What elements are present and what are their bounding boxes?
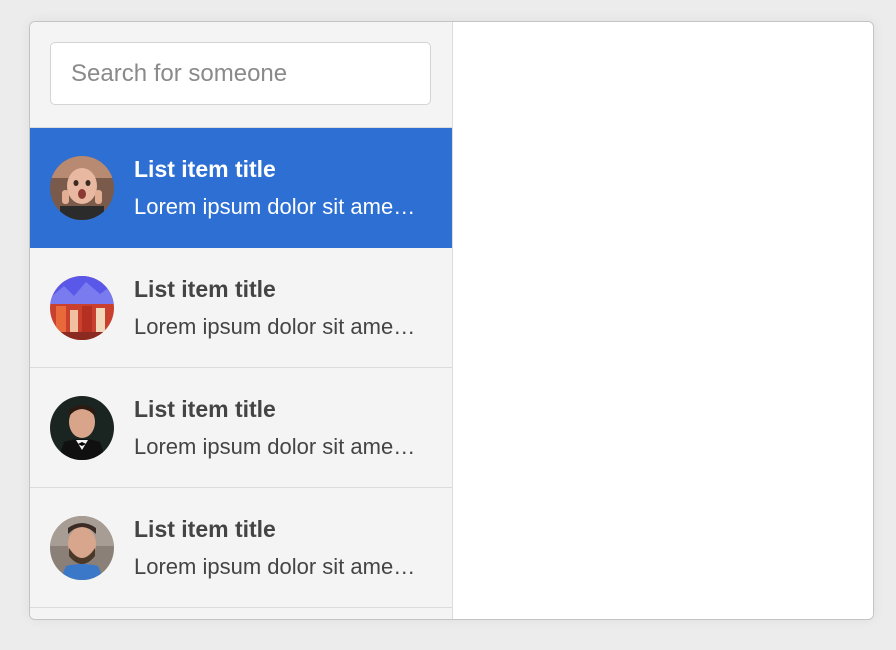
list-item[interactable]: List item title Lorem ipsum dolor sit am… <box>30 248 452 368</box>
list-item-subtitle: Lorem ipsum dolor sit amet, consectetur <box>134 433 416 459</box>
list-item-subtitle: Lorem ipsum dolor sit amet, consectetur <box>134 193 416 219</box>
list-item-title: List item title <box>134 275 276 302</box>
avatar <box>50 155 114 220</box>
detail-pane <box>453 22 873 619</box>
contact-list: List item title Lorem ipsum dolor sit am… <box>30 128 452 619</box>
list-item[interactable]: List item title Lorem ipsum dolor sit am… <box>30 368 452 488</box>
list-item-text: List item title Lorem ipsum dolor sit am… <box>134 515 416 581</box>
list-item-text: List item title Lorem ipsum dolor sit am… <box>134 395 416 461</box>
list-item-title: List item title <box>134 155 276 182</box>
avatar <box>50 395 114 460</box>
avatar <box>50 275 114 340</box>
search-bar <box>30 22 452 128</box>
list-item-title: List item title <box>134 515 276 542</box>
list-item-subtitle: Lorem ipsum dolor sit amet, consectetur <box>134 313 416 339</box>
list-item-text: List item title Lorem ipsum dolor sit am… <box>134 275 416 341</box>
list-item[interactable]: List item title Lorem ipsum dolor sit am… <box>30 488 452 608</box>
list-item[interactable]: List item title Lorem ipsum dolor sit am… <box>30 128 452 248</box>
sidebar: List item title Lorem ipsum dolor sit am… <box>30 22 453 619</box>
list-item-text: List item title Lorem ipsum dolor sit am… <box>134 155 416 221</box>
avatar <box>50 515 114 580</box>
search-input[interactable] <box>50 42 431 105</box>
list-item-title: List item title <box>134 395 276 422</box>
app-window: List item title Lorem ipsum dolor sit am… <box>29 21 874 620</box>
list-item-subtitle: Lorem ipsum dolor sit amet, consectetur <box>134 553 416 579</box>
